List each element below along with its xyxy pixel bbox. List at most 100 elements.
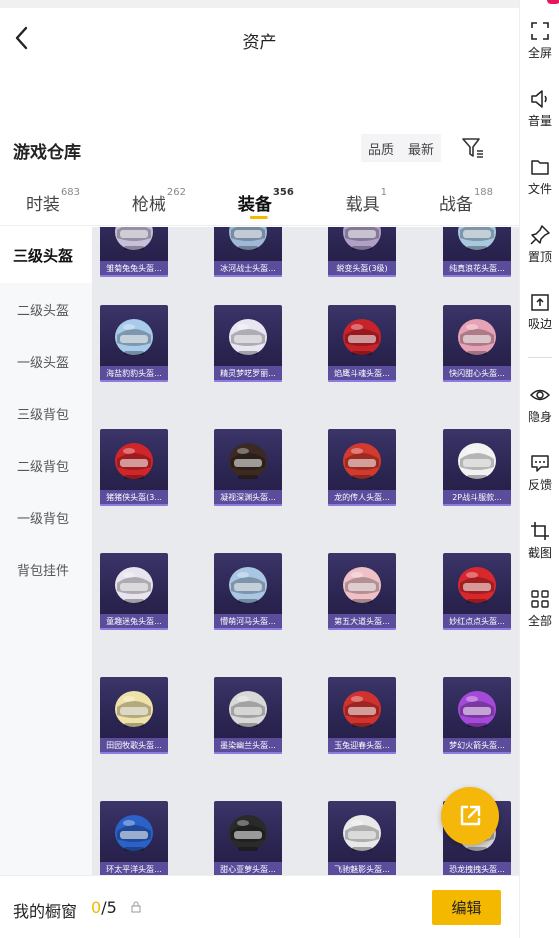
helmet-icon: [229, 815, 267, 851]
item-card[interactable]: 龙的传人头盔...: [328, 429, 396, 506]
rarity-bar: [100, 504, 168, 506]
item-card[interactable]: 精灵梦呓罗丽...: [214, 305, 282, 382]
sidebar-item-2[interactable]: 一级头盔: [0, 335, 92, 387]
sidebar-item-5[interactable]: 一级背包: [0, 491, 92, 543]
item-card[interactable]: 海盐豹豹头盔...: [100, 305, 168, 382]
panel-label: 反馈: [527, 478, 552, 492]
item-card[interactable]: 懵萌河马头盔...: [214, 553, 282, 630]
item-card[interactable]: 墨染幽兰头盔...: [214, 677, 282, 754]
panel-eye-button[interactable]: 隐身: [520, 384, 559, 434]
item-card[interactable]: 玉兔迎春头盔...: [328, 677, 396, 754]
sidebar-item-3[interactable]: 三级背包: [0, 387, 92, 439]
item-card[interactable]: 猪猪侠头盔(3...: [100, 429, 168, 506]
helmet-icon: [458, 319, 496, 355]
helmet-icon: [229, 319, 267, 355]
panel-dock-edge-button[interactable]: 吸边: [520, 291, 559, 341]
tab-1[interactable]: 枪械262: [132, 176, 186, 215]
item-card[interactable]: 田园牧歌头盔...: [100, 677, 168, 754]
tab-label: 战备: [438, 195, 473, 215]
tab-label: 枪械: [131, 195, 166, 215]
helmet-icon: [115, 691, 153, 727]
sort-latest-button[interactable]: 最新: [401, 139, 441, 158]
helmet-icon: [343, 319, 381, 355]
panel-label: 截图: [527, 546, 552, 560]
item-card[interactable]: 第五大道头盔...: [328, 553, 396, 630]
tab-label: 时装: [25, 195, 60, 215]
share-fab-button[interactable]: [441, 787, 499, 845]
showcase-label: 我的橱窗: [13, 902, 78, 921]
item-card[interactable]: 甜心亚萝头盔...: [214, 801, 282, 875]
item-card[interactable]: 蜕变头盔(3级): [328, 227, 396, 277]
item-card[interactable]: 2P战斗服款...: [443, 429, 511, 506]
showcase-bar: 我的橱窗 0/5 编辑: [0, 875, 519, 938]
tab-label: 载具: [345, 195, 380, 215]
rarity-bar: [328, 275, 396, 277]
edit-button[interactable]: 编辑: [432, 890, 501, 925]
panel-speaker-button[interactable]: 音量: [520, 88, 559, 138]
tab-count: 262: [166, 187, 187, 198]
item-card[interactable]: 妙红点点头盔...: [443, 553, 511, 630]
panel-feedback-button[interactable]: 反馈: [520, 452, 559, 502]
sidebar-item-0[interactable]: 三级头盔: [0, 227, 92, 283]
sidebar-item-4[interactable]: 二级背包: [0, 439, 92, 491]
tab-4[interactable]: 战备188: [439, 176, 493, 215]
helmet-icon: [115, 567, 153, 603]
pin-icon: [530, 225, 550, 245]
item-card[interactable]: 梦幻火箭头盔...: [443, 677, 511, 754]
item-card[interactable]: 环太平洋头盔...: [100, 801, 168, 875]
sidebar-item-6[interactable]: 背包挂件: [0, 543, 92, 595]
tab-label: 装备: [237, 195, 272, 215]
panel-label: 置顶: [527, 250, 552, 264]
panel-fullscreen-button[interactable]: 全屏: [520, 20, 559, 70]
item-card[interactable]: 凝视深渊头盔...: [214, 429, 282, 506]
panel-pin-button[interactable]: 置顶: [520, 224, 559, 274]
panel-crop-button[interactable]: 截图: [520, 520, 559, 570]
category-tabs: 时装683 枪械262 装备356 载具1 战备188: [0, 176, 519, 226]
tab-count: 1: [380, 187, 388, 198]
panel-grid-button[interactable]: 全部: [520, 588, 559, 638]
dock-edge-icon: [531, 294, 549, 311]
item-name: 恐龙拽拽头盔...: [443, 862, 511, 875]
item-card[interactable]: 焰鹰斗魂头盔...: [328, 305, 396, 382]
fullscreen-icon: [531, 22, 549, 40]
item-card[interactable]: 纯真浪花头盔...: [443, 227, 511, 277]
speaker-icon: [531, 90, 547, 108]
item-card[interactable]: 飞驰魅影头盔...: [328, 801, 396, 875]
tab-0[interactable]: 时装683: [26, 176, 80, 215]
item-card[interactable]: 快闪甜心头盔...: [443, 305, 511, 382]
helmet-icon: [229, 443, 267, 479]
crop-icon: [531, 522, 549, 540]
top-strip: [0, 0, 519, 8]
active-tab-indicator: [249, 216, 268, 219]
rarity-bar: [100, 380, 168, 382]
rarity-bar: [214, 380, 282, 382]
sidebar-item-1[interactable]: 二级头盔: [0, 283, 92, 335]
external-link-icon: [460, 805, 481, 826]
item-card[interactable]: 冰河战士头盔...: [214, 227, 282, 277]
rarity-bar: [443, 752, 511, 754]
panel-label: 文件: [527, 182, 552, 196]
filter-button[interactable]: [459, 134, 487, 162]
rarity-bar: [443, 380, 511, 382]
rarity-bar: [328, 380, 396, 382]
helmet-icon: [343, 567, 381, 603]
filter-icon: [462, 138, 483, 158]
tab-3[interactable]: 载具1: [346, 176, 387, 215]
helmet-icon: [229, 691, 267, 727]
grid-icon: [531, 590, 549, 608]
app-main: 资产 游戏仓库 品质 最新 时装683 枪械262 装备356 载具1 战备188 三级…: [0, 0, 519, 938]
item-name: 飞驰魅影头盔...: [328, 862, 396, 875]
tab-2[interactable]: 装备356: [237, 176, 294, 219]
item-card[interactable]: 雏菊兔兔头盔...: [100, 227, 168, 277]
rarity-bar: [328, 752, 396, 754]
panel-folder-button[interactable]: 文件: [520, 156, 559, 206]
showcase-total: /5: [101, 898, 117, 917]
helmet-icon: [458, 227, 496, 250]
page-title: 资产: [242, 33, 277, 53]
item-card[interactable]: 童趣迷兔头盔...: [100, 553, 168, 630]
rarity-bar: [443, 504, 511, 506]
helmet-icon: [458, 691, 496, 727]
helmet-icon: [343, 443, 381, 479]
sort-quality-button[interactable]: 品质: [361, 139, 401, 158]
subcategory-sidebar: 三级头盔 二级头盔 一级头盔 三级背包 二级背包 一级背包 背包挂件: [0, 227, 92, 875]
